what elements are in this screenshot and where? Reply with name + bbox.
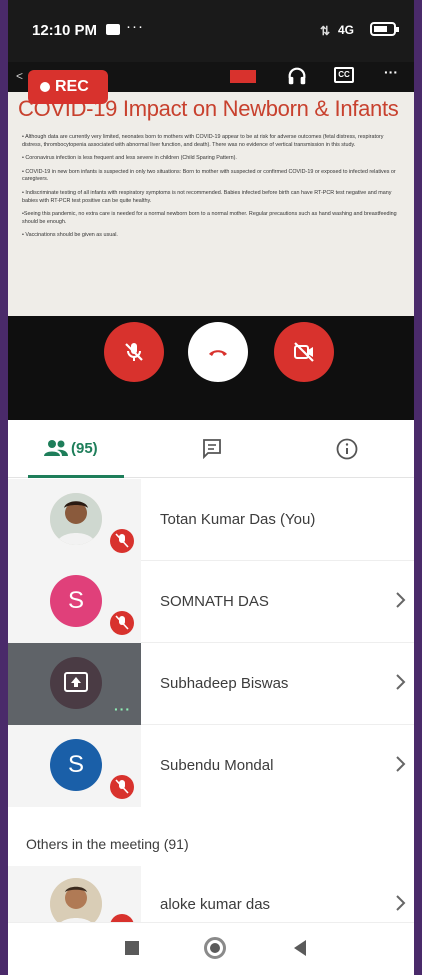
participant-row[interactable]: S Subendu Mondal [8, 725, 414, 807]
mute-microphone-button[interactable] [104, 322, 164, 382]
participant-tile [8, 479, 141, 561]
camera-off-icon [294, 342, 314, 362]
slide-bullet: • Coronavirus infection is less frequent… [22, 155, 237, 162]
participant-name: Subendu Mondal [160, 757, 274, 774]
active-tab-indicator [28, 475, 124, 478]
participant-row[interactable]: ··· Subhadeep Biswas [8, 643, 414, 725]
battery-icon [370, 22, 399, 36]
recording-dot-icon [40, 82, 50, 92]
headphones-icon[interactable] [286, 65, 308, 87]
slide-bullet: • Indiscriminate testing of all infants … [22, 189, 392, 204]
back-button[interactable] [294, 940, 306, 956]
presented-slide: COVID-19 Impact on Newborn & Infants • A… [8, 92, 414, 316]
recording-badge: REC [28, 70, 108, 104]
people-icon [44, 440, 68, 456]
system-navigation-bar [8, 922, 414, 975]
phone-screen: 12:10 PM ··· ⇅ 4G < CC ··· COVID-19 Impa… [8, 0, 414, 975]
participant-row[interactable]: S SOMNATH DAS [8, 561, 414, 643]
participant-row[interactable]: Totan Kumar Das (You) [8, 479, 414, 561]
meeting-tabs: (95) [8, 420, 414, 478]
participant-name: Subhadeep Biswas [160, 675, 289, 692]
mic-off-icon [115, 533, 129, 548]
muted-indicator [110, 775, 134, 799]
end-call-button[interactable] [188, 322, 248, 382]
participant-tile: S [8, 725, 141, 807]
message-notification-icon [106, 24, 120, 35]
signal-icon: ⇅ [320, 24, 331, 38]
mic-off-icon [115, 779, 129, 794]
turn-off-camera-button[interactable] [274, 322, 334, 382]
network-type: 4G [338, 23, 355, 37]
chevron-right-icon[interactable] [394, 589, 408, 611]
recent-apps-button[interactable] [125, 941, 139, 955]
meeting-video-area[interactable]: < CC ··· COVID-19 Impact on Newborn & In… [8, 62, 414, 420]
status-bar: 12:10 PM ··· ⇅ 4G [8, 0, 414, 62]
info-icon [336, 438, 358, 460]
slide-bullet: • Although data are currently very limit… [22, 134, 384, 148]
slide-bullet: • Vaccinations should be given as usual. [22, 232, 118, 239]
tab-chat[interactable] [143, 420, 279, 478]
muted-indicator [110, 529, 134, 553]
presenter-indicator [230, 70, 256, 83]
slide-bullet: •Seeing this pandemic, no extra care is … [22, 211, 397, 225]
recording-label: REC [55, 78, 89, 95]
more-notifications-icon: ··· [126, 18, 144, 35]
avatar [50, 493, 102, 545]
participant-name: aloke kumar das [160, 896, 271, 913]
tab-people[interactable]: (95) [8, 420, 143, 478]
back-arrow-icon[interactable]: < [16, 69, 23, 83]
slide-bullet: • COVID-19 in new born infants is suspec… [22, 168, 396, 183]
avatar [50, 657, 102, 709]
participant-tile: S [8, 561, 141, 643]
speaking-indicator-icon: ··· [114, 701, 131, 717]
home-button[interactable] [204, 937, 226, 959]
more-options-icon[interactable]: ··· [384, 64, 398, 80]
profile-photo [50, 493, 102, 545]
avatar: S [50, 575, 102, 627]
chevron-right-icon[interactable] [394, 892, 408, 914]
muted-indicator [110, 611, 134, 635]
participant-tile: ··· [8, 643, 141, 725]
captions-icon[interactable]: CC [334, 67, 354, 83]
chat-icon [203, 439, 221, 459]
slide-bullets: • Although data are currently very limit… [22, 134, 404, 246]
participant-count: (95) [71, 440, 98, 457]
chevron-right-icon[interactable] [394, 753, 408, 775]
others-section-header: Others in the meeting (91) [26, 836, 189, 852]
chevron-right-icon[interactable] [394, 671, 408, 693]
avatar: S [50, 739, 102, 791]
hang-up-icon [209, 350, 227, 356]
presenting-icon [64, 672, 88, 692]
mic-off-icon [125, 343, 143, 361]
tab-info[interactable] [279, 420, 414, 478]
participant-name: SOMNATH DAS [160, 593, 269, 610]
battery-level [374, 26, 387, 32]
mic-off-icon [115, 615, 129, 630]
status-time: 12:10 PM [32, 22, 98, 39]
participant-name: Totan Kumar Das (You) [160, 511, 316, 528]
